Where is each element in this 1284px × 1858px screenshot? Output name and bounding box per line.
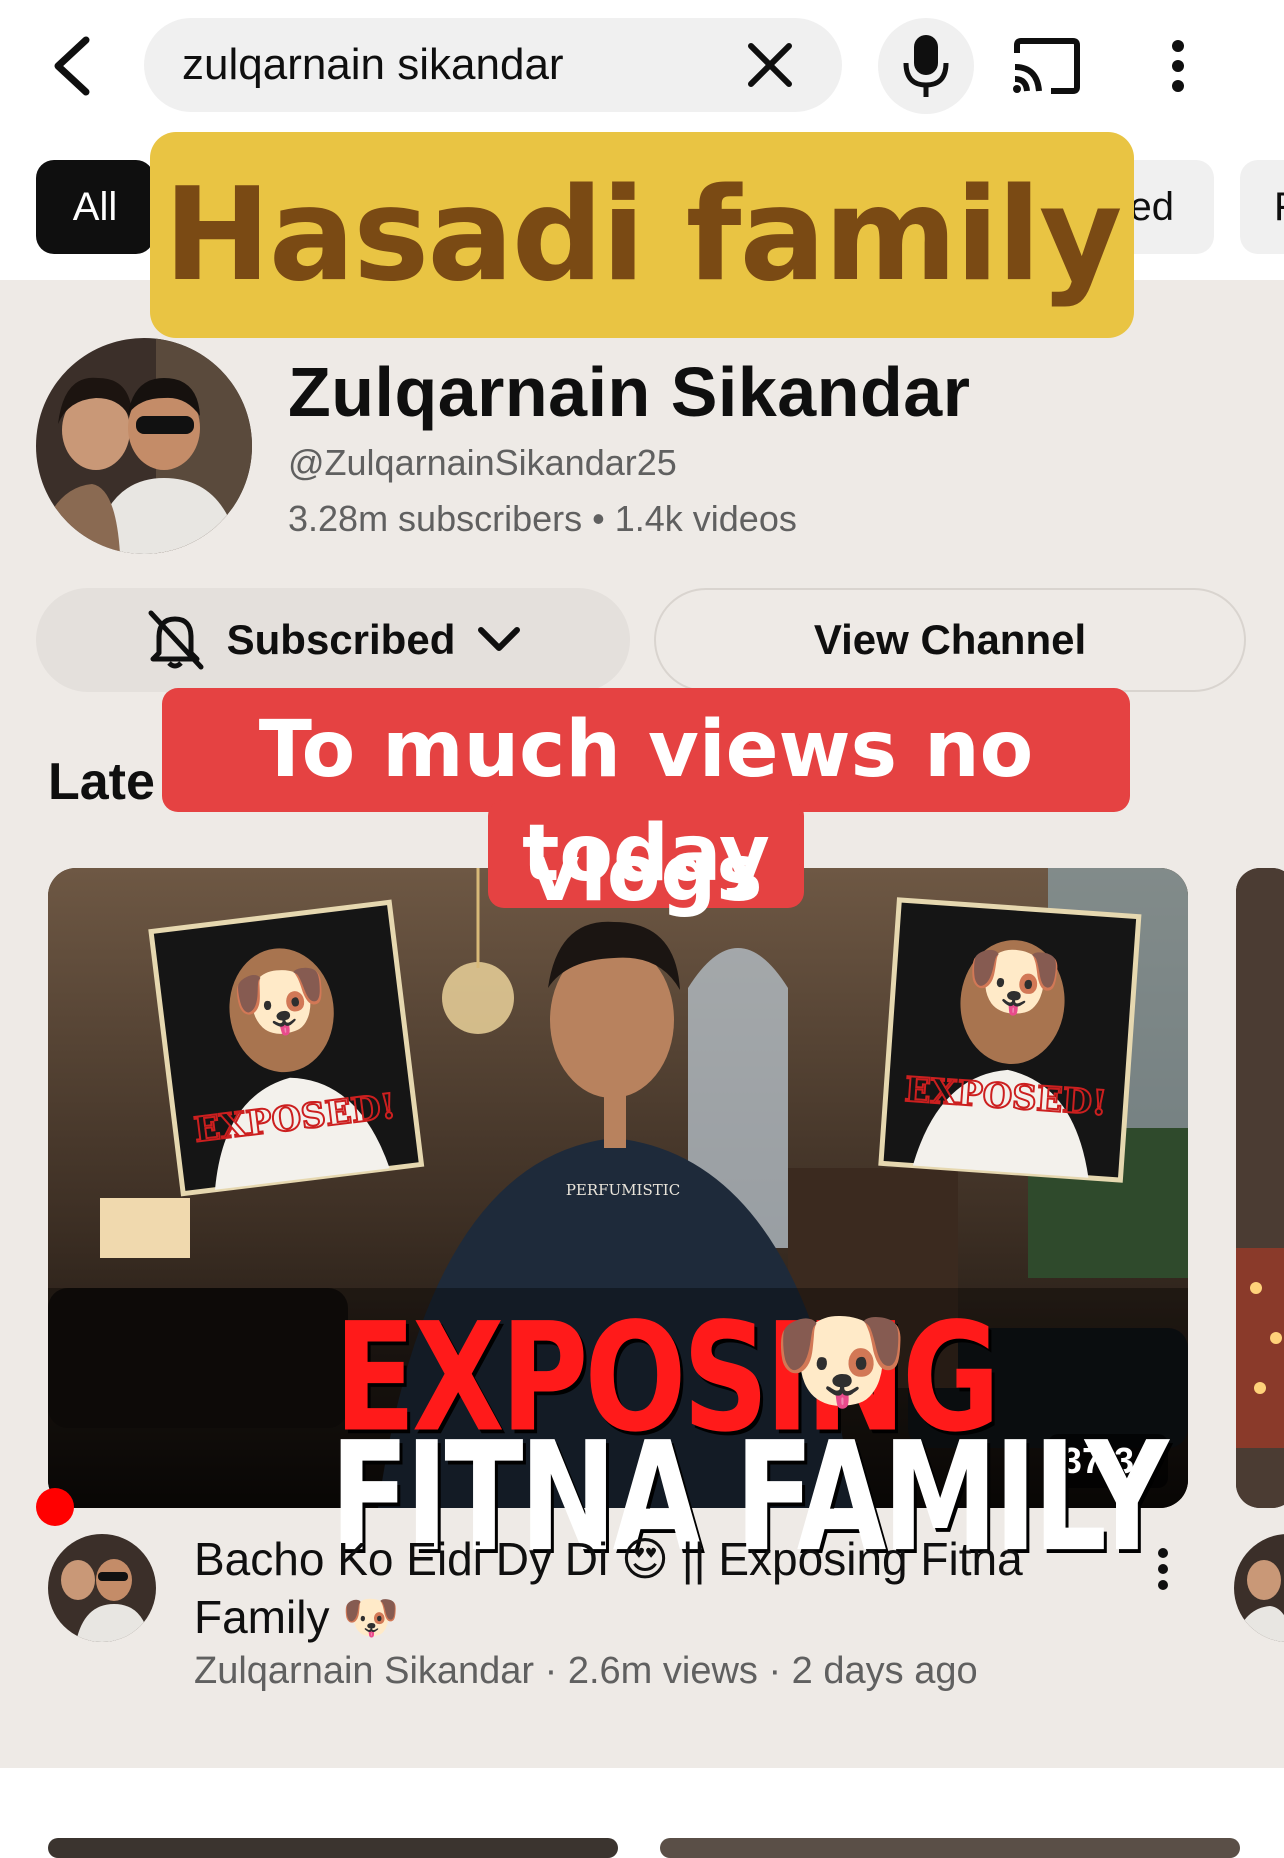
next-video-thumbnail-peek[interactable] (1236, 868, 1284, 1508)
clear-search-button[interactable] (740, 35, 800, 95)
channel-stats: 3.28m subscribers • 1.4k videos (288, 498, 797, 539)
view-channel-label: View Channel (813, 616, 1087, 663)
bell-off-icon (148, 610, 204, 670)
subscribed-button[interactable]: Subscribed (36, 588, 630, 692)
next-result-thumbnail[interactable] (660, 1838, 1240, 1858)
more-options-button[interactable] (1150, 30, 1206, 102)
microphone-icon (903, 35, 949, 97)
channel-avatar[interactable] (36, 338, 252, 554)
chevron-down-icon (478, 627, 521, 651)
shirt-text: PERFUMISTIC (566, 1181, 680, 1199)
view-channel-button[interactable]: View Channel (654, 588, 1246, 692)
subscribed-label: Subscribed (226, 616, 456, 663)
bottom-strip (0, 1768, 1284, 1848)
caption-top-text: Hasadi family (163, 160, 1123, 310)
more-vertical-icon (1172, 40, 1184, 92)
channel-handle: @ZulqarnainSikandar25 (288, 442, 677, 483)
search-query-text: zulqarnain sikandar (182, 40, 564, 89)
thumbnail-emoji: 🐶 (772, 1299, 909, 1422)
channel-name[interactable]: Zulqarnain Sikandar (288, 352, 970, 432)
caption-middle-line2: today (522, 809, 770, 899)
next-thumbnail-artwork (1236, 868, 1284, 1508)
video-more-button[interactable] (1140, 1536, 1186, 1602)
search-input[interactable]: zulqarnain sikandar (144, 18, 842, 112)
caption-middle-line1: To much views no vlogs (258, 705, 1034, 919)
next-result-thumbnail[interactable] (48, 1838, 618, 1858)
caption-overlay-top: Hasadi family (150, 132, 1134, 338)
channel-avatar-image (36, 338, 252, 554)
chip-all[interactable]: All (36, 160, 154, 254)
chip-partial-edge[interactable]: F (1240, 160, 1284, 254)
right-card-emoji: 🐶 (962, 934, 1065, 1029)
watch-progress-indicator (36, 1488, 74, 1526)
video-meta: Zulqarnain Sikandar · 2.6m views · 2 day… (194, 1650, 978, 1692)
cast-icon (1013, 38, 1080, 94)
back-arrow-icon (54, 36, 90, 96)
video-channel-avatar[interactable] (48, 1534, 156, 1642)
voice-search-button[interactable] (878, 18, 974, 114)
video-channel-avatar-image (48, 1534, 156, 1642)
left-card-emoji: 🐶 (227, 952, 334, 1051)
back-button[interactable] (38, 30, 106, 102)
more-vertical-icon (1158, 1548, 1168, 1590)
cast-button[interactable] (1008, 30, 1084, 102)
video-title[interactable]: Bacho Ko Eidi Dy Di 😍 || Exposing Fitna … (194, 1530, 1124, 1646)
section-title: Late (48, 753, 155, 811)
close-icon (748, 43, 792, 87)
